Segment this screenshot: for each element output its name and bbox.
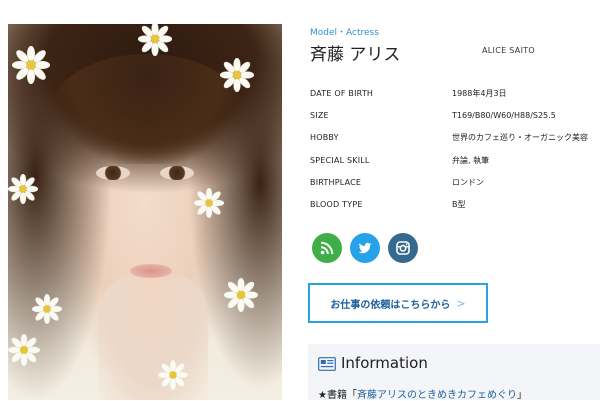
daisy-icon xyxy=(158,360,188,390)
work-request-label: お仕事の依頼はこちらから xyxy=(330,299,451,311)
profile-row-blood: BLOOD TYPE B型 xyxy=(310,193,600,215)
rss-icon xyxy=(319,240,335,256)
profile-table: DATE OF BIRTH 1988年4月3日 SIZE T169/B80/W6… xyxy=(310,82,600,216)
profile-row-birth: DATE OF BIRTH 1988年4月3日 xyxy=(310,82,600,104)
daisy-icon xyxy=(12,46,50,84)
information-item-prefix: ★書籍 xyxy=(318,390,347,401)
social-links xyxy=(312,233,418,263)
profile-name-en: ALICE SAITO xyxy=(482,46,536,55)
daisy-icon xyxy=(32,294,62,324)
profile-row-hobby: HOBBY 世界のカフェ巡り・オーガニック美容 xyxy=(310,127,600,149)
rss-button[interactable] xyxy=(312,233,342,263)
profile-label: DATE OF BIRTH xyxy=(310,88,374,98)
daisy-icon xyxy=(194,188,224,218)
daisy-icon xyxy=(8,174,38,204)
profile-row-size: SIZE T169/B80/W60/H88/S25.5 xyxy=(310,104,600,126)
information-header: Information xyxy=(318,354,428,372)
photo-mouth xyxy=(130,264,172,278)
instagram-icon xyxy=(395,240,411,256)
photo-eye-right xyxy=(160,166,194,180)
profile-value: 1988年4月3日 xyxy=(452,88,507,98)
profile-photo xyxy=(8,24,282,400)
photo-eye-left xyxy=(96,166,130,180)
photo-hair xyxy=(52,54,242,164)
information-title: Information xyxy=(341,354,428,372)
information-panel: Information ★書籍「斉藤アリスのときめきカフェめぐり」 xyxy=(308,344,600,401)
profile-value: 世界のカフェ巡り・オーガニック美容 xyxy=(452,133,588,143)
profile-row-birthplace: BIRTHPLACE ロンドン xyxy=(310,171,600,193)
daisy-icon xyxy=(220,58,254,92)
work-request-button[interactable]: お仕事の依頼はこちらから > xyxy=(308,283,488,323)
twitter-button[interactable] xyxy=(350,233,380,263)
profile-label: BLOOD TYPE xyxy=(310,200,363,210)
daisy-icon xyxy=(8,334,40,366)
quote-close: 」 xyxy=(516,390,527,401)
twitter-icon xyxy=(357,240,373,256)
photo-neck xyxy=(98,274,208,400)
book-link[interactable]: 斉藤アリスのときめきカフェめぐり xyxy=(357,390,517,401)
chevron-right-icon: > xyxy=(456,296,466,310)
information-item: ★書籍「斉藤アリスのときめきカフェめぐり」 xyxy=(318,386,527,401)
profile-category: Model・Actress xyxy=(310,28,379,38)
profile-value: B型 xyxy=(452,200,466,210)
daisy-icon xyxy=(224,278,258,312)
newspaper-icon xyxy=(318,356,336,371)
profile-row-skill: SPECIAL SKILL 弁論, 執筆 xyxy=(310,149,600,171)
profile-label: SIZE xyxy=(310,110,329,120)
profile-label: SPECIAL SKILL xyxy=(310,155,370,165)
profile-label: BIRTHPLACE xyxy=(310,177,362,187)
daisy-icon xyxy=(138,24,172,56)
profile-value: ロンドン xyxy=(452,177,484,187)
instagram-button[interactable] xyxy=(388,233,418,263)
profile-label: HOBBY xyxy=(310,133,339,143)
quote-open: 「 xyxy=(346,390,357,401)
profile-name-ja: 斉藤 アリス xyxy=(310,45,401,65)
profile-value: 弁論, 執筆 xyxy=(452,155,490,165)
profile-value: T169/B80/W60/H88/S25.5 xyxy=(452,110,556,120)
